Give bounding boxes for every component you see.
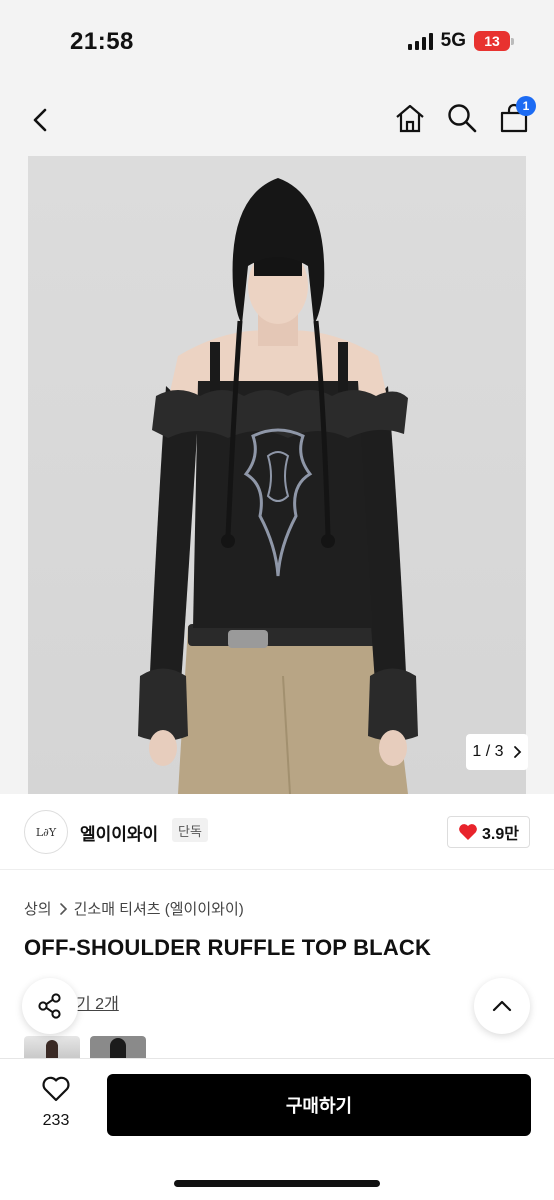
- share-button[interactable]: [22, 978, 78, 1034]
- scroll-to-top-button[interactable]: [474, 978, 530, 1034]
- battery-icon: 13: [474, 31, 514, 51]
- product-title: OFF-SHOULDER RUFFLE TOP BLACK: [24, 935, 432, 960]
- review-thumbnail[interactable]: [90, 1036, 146, 1058]
- signal-icon: [407, 32, 433, 50]
- back-button[interactable]: [26, 104, 56, 136]
- breadcrumb-category[interactable]: 상의: [24, 898, 52, 919]
- home-button[interactable]: [394, 102, 424, 134]
- share-icon: [38, 993, 61, 1019]
- page-counter: 1 / 3: [472, 743, 504, 760]
- brand-like-button[interactable]: 3.9만: [447, 816, 530, 848]
- status-time: 21:58: [70, 28, 134, 55]
- model-illustration: [138, 178, 418, 794]
- buy-button[interactable]: 구매하기: [107, 1074, 531, 1136]
- chevron-up-icon: [492, 1000, 512, 1012]
- breadcrumb: 상의 긴소매 티셔츠 (엘이이와이): [24, 898, 244, 919]
- review-thumbnail[interactable]: [24, 1036, 80, 1058]
- top-nav-bar: 1: [0, 84, 554, 156]
- search-icon: [448, 104, 477, 133]
- brand-row: L∂Y 엘이이와이 단독 3.9만: [0, 794, 554, 870]
- status-bar: 21:58 5G 13: [0, 0, 554, 84]
- chevron-left-icon: [33, 108, 47, 132]
- image-page-indicator[interactable]: 1 / 3: [466, 734, 528, 770]
- cart-count-badge: 1: [516, 96, 536, 116]
- status-indicators: 5G 13: [407, 30, 514, 52]
- chevron-right-icon: [513, 746, 521, 758]
- wishlist-button[interactable]: 233: [30, 1075, 82, 1130]
- home-indicator: [174, 1180, 380, 1187]
- heart-filled-icon: [459, 824, 477, 840]
- network-label: 5G: [440, 30, 466, 51]
- brand-logo-text: L∂Y: [35, 825, 57, 839]
- review-thumbnails: [24, 1036, 146, 1058]
- brand-like-count: 3.9만: [482, 826, 519, 843]
- search-button[interactable]: [446, 102, 477, 134]
- brand-name[interactable]: 엘이이와이: [80, 820, 158, 845]
- wishlist-count: 233: [42, 1112, 70, 1129]
- bottom-purchase-bar: 233 구매하기: [0, 1058, 554, 1200]
- product-image-gallery[interactable]: 1 / 3: [0, 156, 554, 794]
- cart-button[interactable]: 1: [498, 96, 536, 134]
- product-photo[interactable]: [28, 156, 526, 794]
- chevron-right-icon: [59, 902, 67, 915]
- nav-actions: 1: [394, 96, 536, 134]
- breadcrumb-subcategory[interactable]: 긴소매 티셔츠 (엘이이와이): [74, 898, 244, 919]
- review-link[interactable]: 기 2개: [76, 990, 119, 1014]
- exclusive-badge: 단독: [172, 818, 208, 842]
- home-icon: [396, 104, 424, 133]
- heart-outline-icon: [42, 1076, 70, 1102]
- brand-logo[interactable]: L∂Y: [24, 810, 68, 854]
